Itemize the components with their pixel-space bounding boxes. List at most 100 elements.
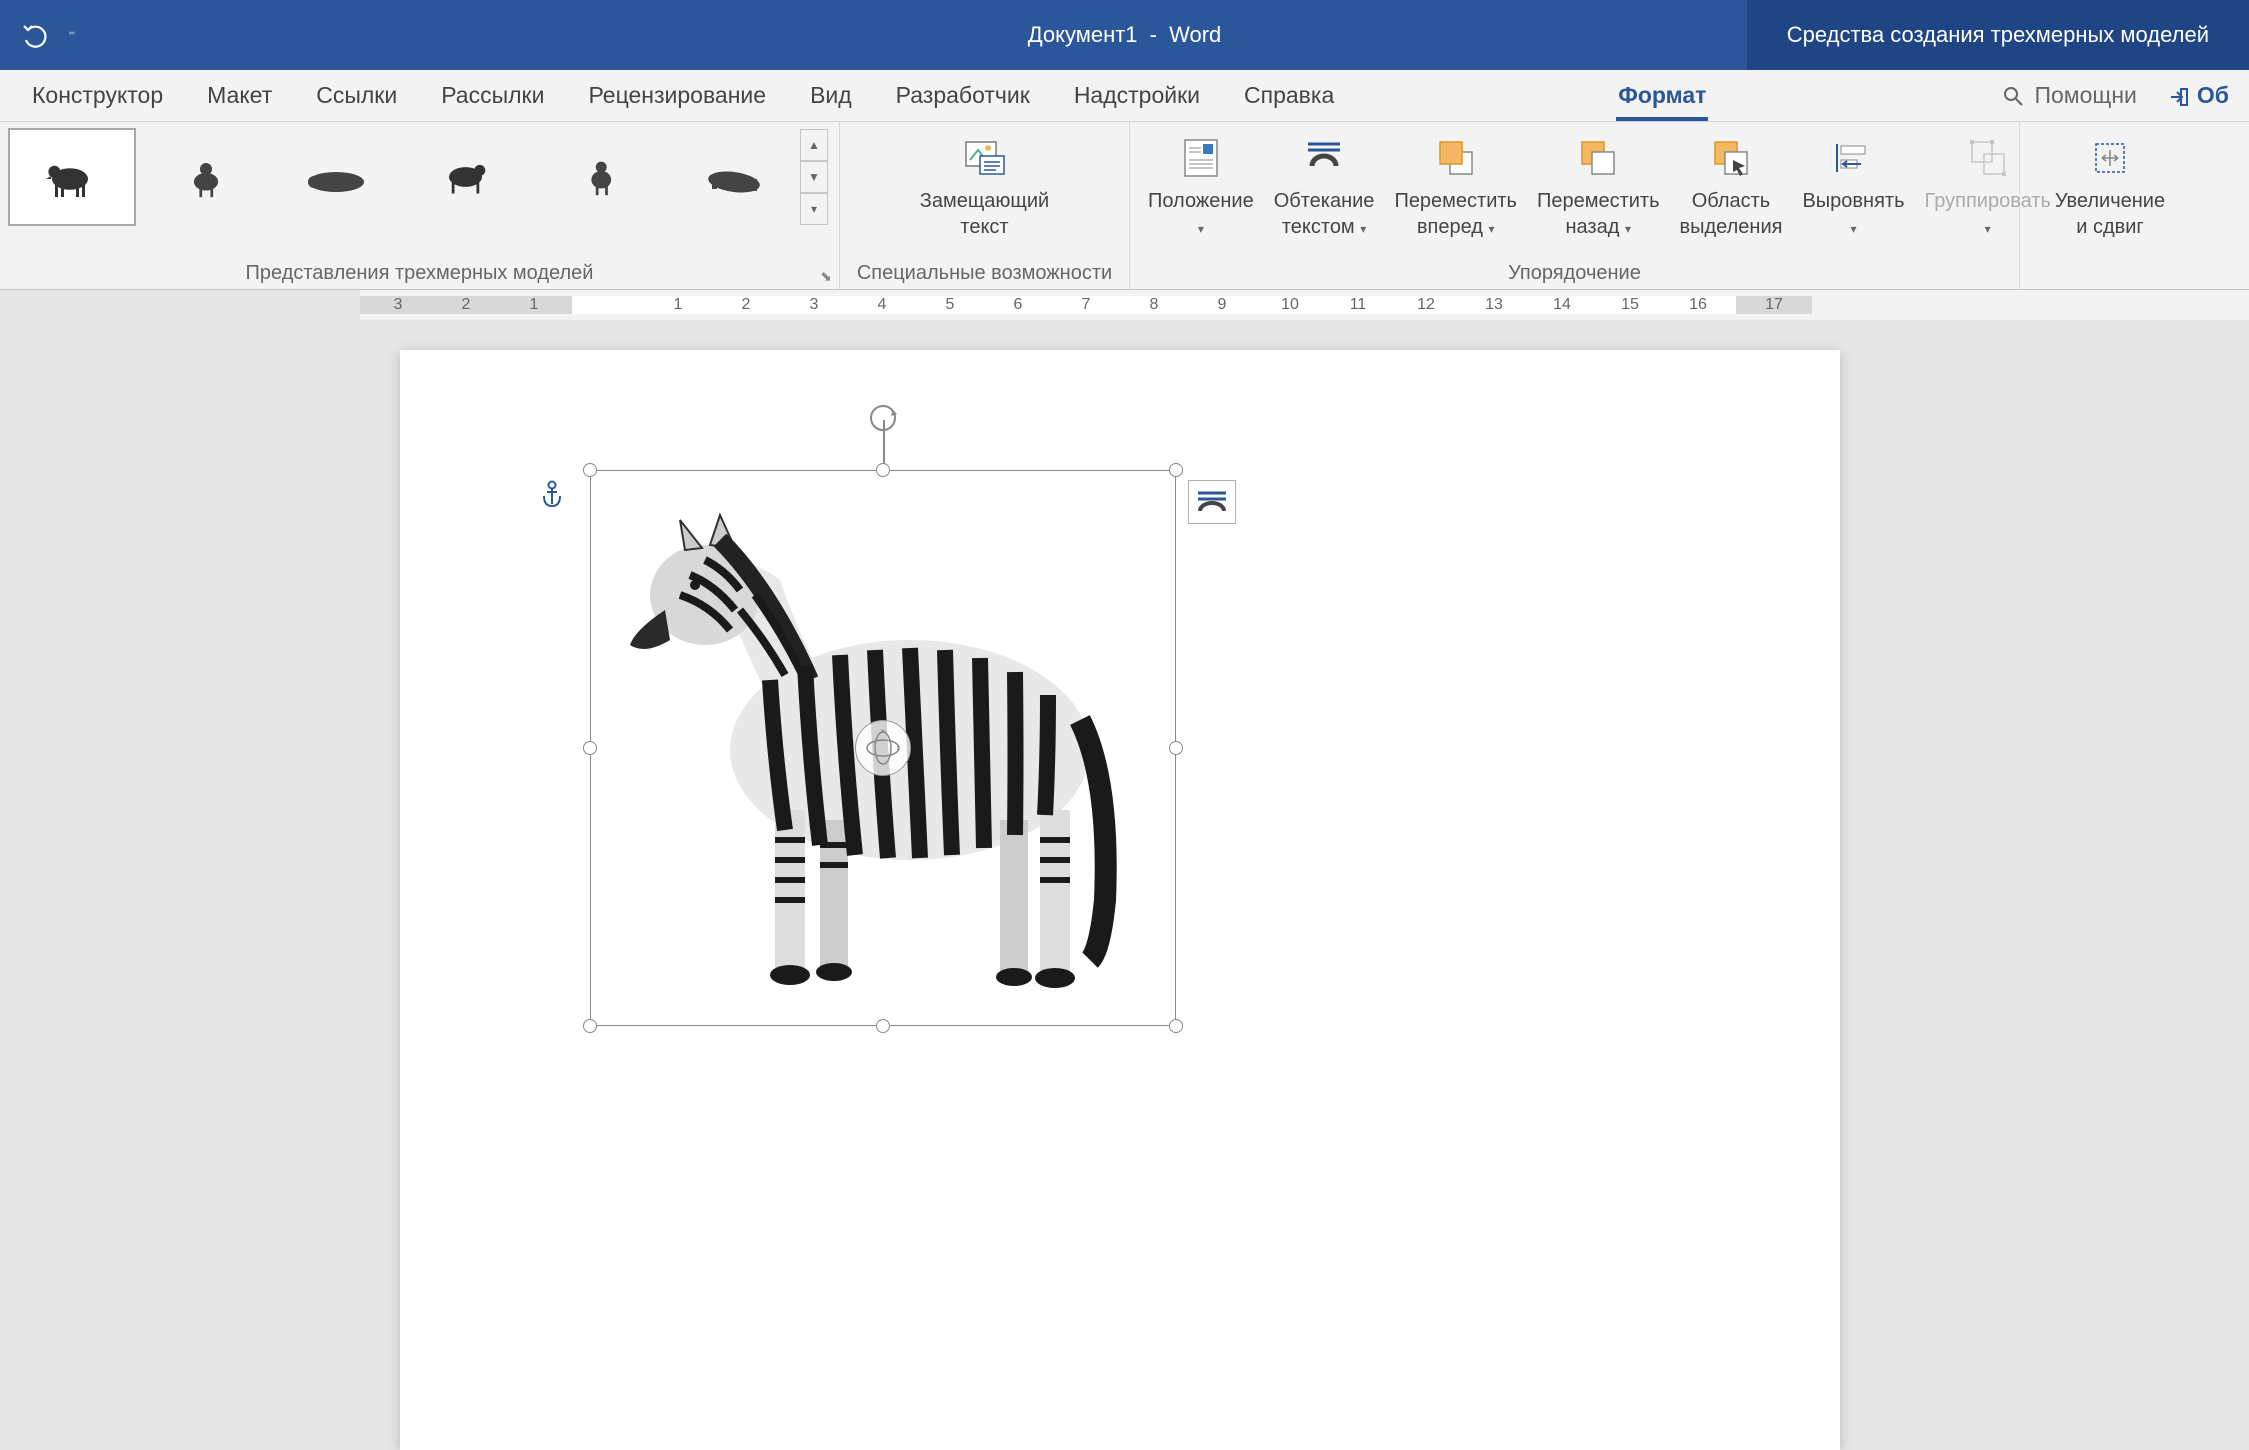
3d-views-gallery: ▲ ▼ ▾ [8, 128, 828, 226]
undo-button[interactable] [20, 20, 50, 50]
bring-forward-button[interactable]: Переместить вперед ▾ [1384, 128, 1527, 240]
ruler-mark: 1 [500, 296, 568, 314]
title-bar: ⁼ Документ1 - Word Средства создания тре… [0, 0, 2249, 70]
gallery-spinner: ▲ ▼ ▾ [800, 129, 828, 225]
position-button[interactable]: Положение▾ [1138, 128, 1264, 240]
3d-orbit-control[interactable] [855, 720, 911, 776]
3d-view-2[interactable] [140, 128, 268, 226]
ribbon-group-arrange: Положение▾ Обтекание текстом ▾ [1130, 122, 2020, 289]
ruler-mark: 6 [984, 296, 1052, 314]
resize-handle-sw[interactable] [583, 1019, 597, 1033]
3d-view-6[interactable] [668, 128, 796, 226]
align-icon [1829, 134, 1877, 182]
tab-view[interactable]: Вид [788, 70, 874, 121]
share-button[interactable]: Об [2167, 82, 2229, 109]
document-area: 3 2 1 1 2 3 4 5 6 7 8 9 10 11 12 13 14 1… [0, 290, 2249, 1265]
ruler-mark: 3 [364, 296, 432, 314]
tab-addins[interactable]: Надстройки [1052, 70, 1222, 121]
resize-handle-ne[interactable] [1169, 463, 1183, 477]
chevron-down-icon: ▾ [1360, 222, 1366, 236]
contextual-tab-title: Средства создания трехмерных моделей [1747, 0, 2249, 70]
document-name: Документ1 [1028, 22, 1138, 47]
selection-pane-button[interactable]: Область выделения [1670, 128, 1793, 240]
rotation-handle[interactable] [865, 400, 901, 441]
ribbon-group-3d-views: ▲ ▼ ▾ Представления трехмерных моделей ⬊ [0, 122, 840, 289]
send-backward-icon [1574, 134, 1622, 182]
tab-review[interactable]: Рецензирование [566, 70, 788, 121]
window-title: Документ1 - Word [1028, 22, 1222, 48]
3d-model-object[interactable] [590, 470, 1176, 1026]
alt-text-button[interactable]: Замещающий текст [910, 128, 1059, 240]
resize-handle-s[interactable] [876, 1019, 890, 1033]
share-icon [2167, 85, 2189, 107]
ruler-mark: 13 [1460, 296, 1528, 314]
ribbon-group-size: Увеличение и сдвиг [2020, 122, 2200, 289]
ruler-mark: 14 [1528, 296, 1596, 314]
gallery-scroll-up[interactable]: ▲ [800, 129, 828, 161]
ruler-mark: 5 [916, 296, 984, 314]
app-name: Word [1169, 22, 1221, 47]
tell-me-search[interactable]: Помощни [2002, 82, 2136, 109]
ruler-mark: 15 [1596, 296, 1664, 314]
tab-layout[interactable]: Макет [185, 70, 294, 121]
tab-constructor[interactable]: Конструктор [10, 70, 185, 121]
chevron-down-icon: ▾ [1198, 222, 1204, 236]
document-page[interactable] [400, 350, 1840, 1450]
chevron-down-icon: ▾ [1625, 222, 1631, 236]
wrap-text-button[interactable]: Обтекание текстом ▾ [1264, 128, 1385, 240]
anchor-icon[interactable] [540, 480, 564, 513]
align-button[interactable]: Выровнять▾ [1792, 128, 1914, 240]
chevron-down-icon: ▾ [1489, 222, 1495, 236]
ribbon: ▲ ▼ ▾ Представления трехмерных моделей ⬊ [0, 122, 2249, 290]
tabs-right-section: Помощни Об [2002, 70, 2229, 121]
chevron-down-icon: ▾ [1850, 222, 1856, 236]
ruler-mark: 4 [848, 296, 916, 314]
resize-handle-nw[interactable] [583, 463, 597, 477]
wrap-text-icon [1300, 134, 1348, 182]
ruler-mark: 16 [1664, 296, 1732, 314]
resize-handle-e[interactable] [1169, 741, 1183, 755]
horizontal-ruler[interactable]: 3 2 1 1 2 3 4 5 6 7 8 9 10 11 12 13 14 1… [360, 290, 2249, 320]
tab-references[interactable]: Ссылки [294, 70, 419, 121]
3d-view-1[interactable] [8, 128, 136, 226]
alt-text-icon [960, 134, 1008, 182]
3d-view-4[interactable] [404, 128, 532, 226]
tab-mailings[interactable]: Рассылки [419, 70, 566, 121]
ruler-mark: 2 [712, 296, 780, 314]
ruler-mark: 1 [644, 296, 712, 314]
ribbon-group-label-arrange: Упорядочение [1130, 262, 2019, 289]
tab-developer[interactable]: Разработчик [874, 70, 1052, 121]
resize-handle-n[interactable] [876, 463, 890, 477]
bring-forward-icon [1432, 134, 1480, 182]
position-icon [1177, 134, 1225, 182]
layout-options-button[interactable] [1188, 480, 1236, 524]
ribbon-group-label-accessibility: Специальные возможности [840, 262, 1129, 289]
send-backward-button[interactable]: Переместить назад ▾ [1527, 128, 1670, 240]
selection-pane-icon [1707, 134, 1755, 182]
ruler-mark: 10 [1256, 296, 1324, 314]
ruler-mark: 9 [1188, 296, 1256, 314]
search-icon [2002, 85, 2024, 107]
gallery-scroll-down[interactable]: ▼ [800, 161, 828, 193]
qat-customize-dropdown[interactable]: ⁼ [68, 27, 75, 44]
gallery-more[interactable]: ▾ [800, 193, 828, 225]
group-icon [1964, 134, 2012, 182]
resize-handle-w[interactable] [583, 741, 597, 755]
3d-view-5[interactable] [536, 128, 664, 226]
resize-handle-se[interactable] [1169, 1019, 1183, 1033]
ruler-mark [576, 296, 644, 314]
ruler-mark: 11 [1324, 296, 1392, 314]
3d-view-3[interactable] [272, 128, 400, 226]
pan-zoom-button[interactable]: Увеличение и сдвиг [2045, 128, 2175, 240]
quick-access-toolbar: ⁼ [0, 20, 75, 50]
chevron-down-icon: ▾ [1985, 222, 1991, 236]
views-dialog-launcher[interactable]: ⬊ [817, 267, 835, 285]
ruler-mark: 17 [1740, 296, 1808, 314]
pan-zoom-icon [2086, 134, 2134, 182]
ruler-mark: 3 [780, 296, 848, 314]
ribbon-group-label-views: Представления трехмерных моделей [0, 262, 839, 289]
ruler-mark: 2 [432, 296, 500, 314]
ruler-mark: 7 [1052, 296, 1120, 314]
tab-format[interactable]: Формат [1596, 70, 1728, 121]
tab-help[interactable]: Справка [1222, 70, 1356, 121]
